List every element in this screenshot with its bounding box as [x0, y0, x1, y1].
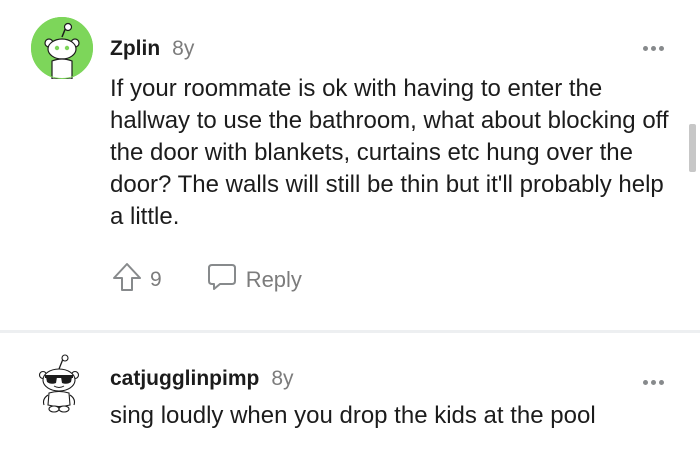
- more-options-icon[interactable]: [643, 374, 664, 391]
- snoo-avatar-green-icon[interactable]: [31, 17, 93, 80]
- dot: [643, 46, 648, 51]
- dot: [651, 380, 656, 385]
- reply-button[interactable]: Reply: [206, 262, 302, 297]
- comment-age: 8y: [172, 37, 195, 60]
- snoo-avatar-sunglasses-icon[interactable]: [34, 353, 84, 415]
- comment-bubble-icon: [206, 262, 238, 297]
- more-options-icon[interactable]: [643, 40, 664, 57]
- vote-count: 9: [150, 267, 162, 291]
- dot: [659, 46, 664, 51]
- username-link[interactable]: Zplin: [110, 37, 160, 61]
- dot: [659, 380, 664, 385]
- dot: [651, 46, 656, 51]
- dot: [643, 380, 648, 385]
- upvote-button[interactable]: 9: [110, 260, 162, 299]
- scrollbar-thumb[interactable]: [689, 124, 696, 172]
- comment: Zplin 8y If your roommate is ok with hav…: [0, 0, 700, 330]
- comment-body: sing loudly when you drop the kids at th…: [110, 402, 596, 429]
- comment-actions: 9 Reply: [110, 260, 302, 299]
- comment-age: 8y: [271, 367, 294, 390]
- comment: catjugglinpimp 8y sing loudly when you d…: [0, 333, 700, 458]
- comment-meta: catjugglinpimp 8y: [110, 367, 294, 391]
- upvote-arrow-icon: [110, 260, 144, 299]
- comment-meta: Zplin 8y: [110, 37, 194, 61]
- comment-body: If your roommate is ok with having to en…: [110, 75, 669, 230]
- reply-label: Reply: [245, 266, 302, 292]
- username-link[interactable]: catjugglinpimp: [110, 367, 259, 391]
